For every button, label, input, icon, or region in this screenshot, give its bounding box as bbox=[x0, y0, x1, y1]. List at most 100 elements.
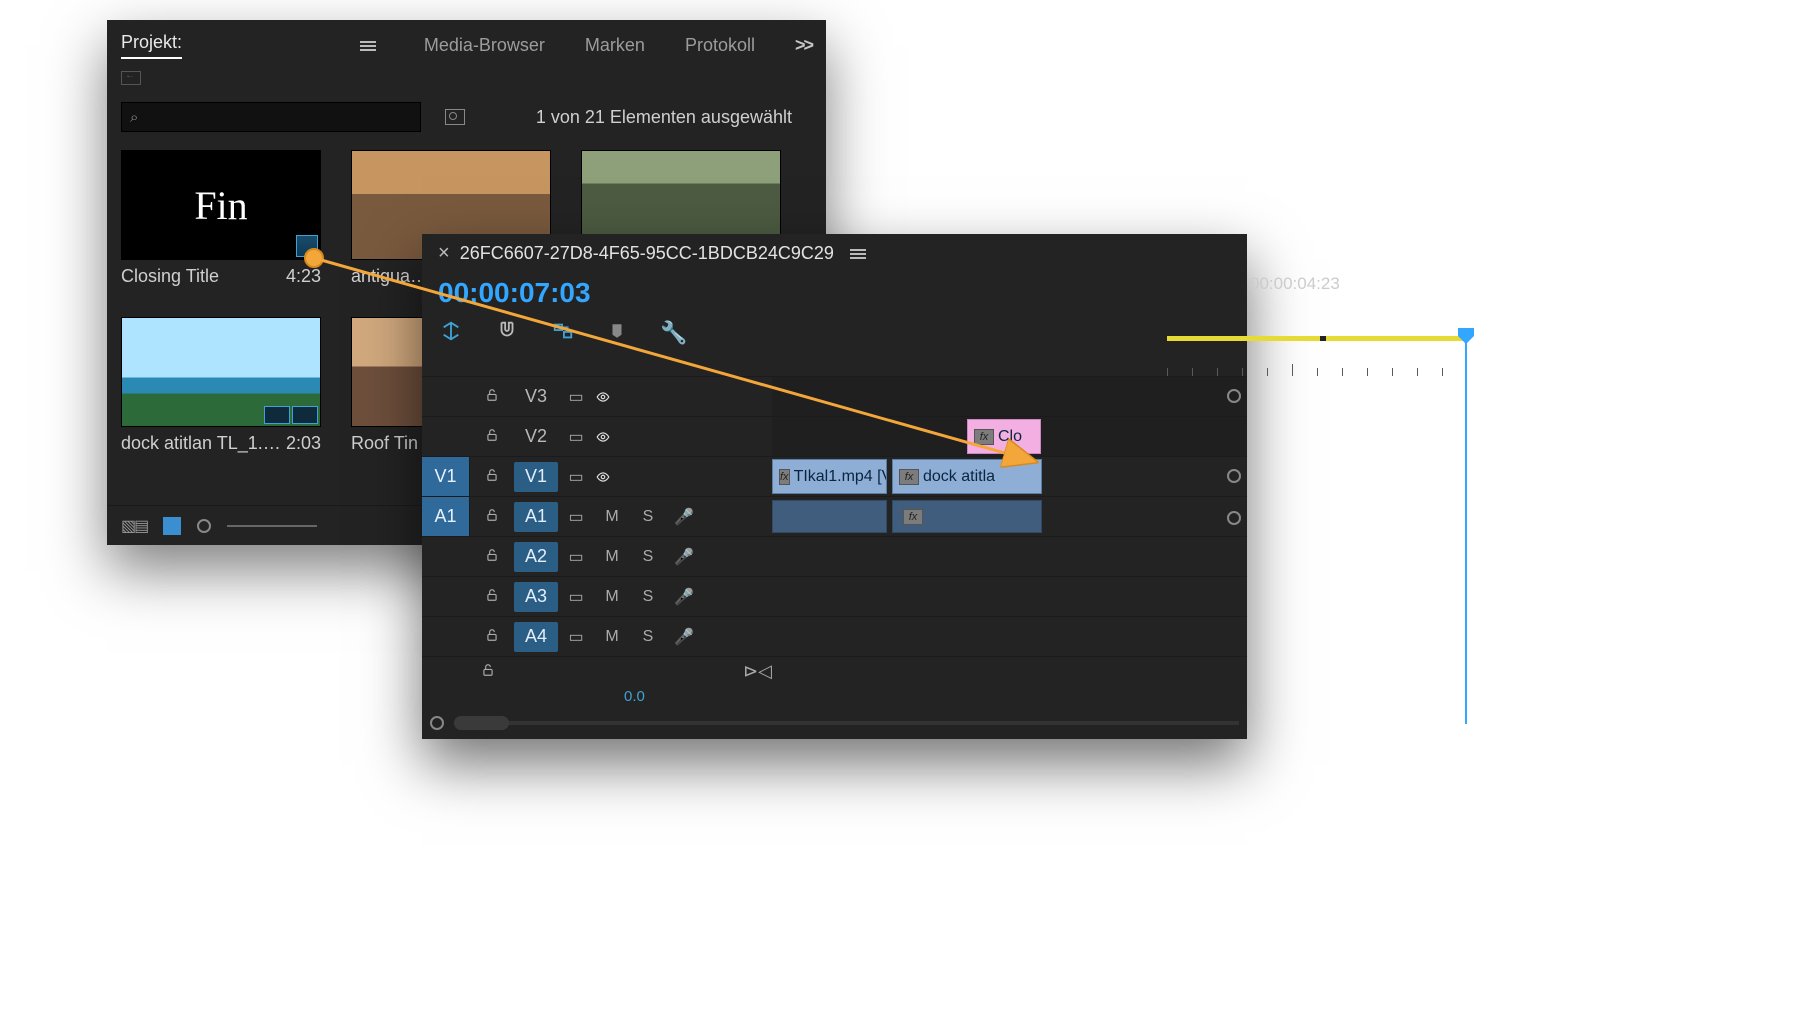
playhead[interactable] bbox=[1465, 334, 1467, 724]
overflow-icon[interactable]: >> bbox=[795, 35, 812, 56]
tab-markers[interactable]: Marken bbox=[585, 35, 645, 56]
bin-item-closing-title[interactable]: Fin Closing Title 4:23 bbox=[121, 150, 321, 287]
track-v1-lane[interactable]: fx TIkal1.mp4 [V] fx dock atitla bbox=[772, 456, 1247, 496]
time-ruler-area: 00:00:04:23 bbox=[772, 296, 1247, 376]
track-label[interactable]: V3 bbox=[514, 382, 558, 412]
source-patch-a1[interactable]: A1 bbox=[422, 497, 470, 536]
linked-selection-icon[interactable] bbox=[552, 320, 574, 347]
track-target-a2[interactable]: A2 bbox=[514, 542, 558, 572]
bin-item-dock[interactable]: dock atitlan TL_1.… 2:03 bbox=[121, 317, 321, 454]
clip-duration: 4:23 bbox=[286, 266, 321, 287]
eye-icon[interactable] bbox=[594, 430, 630, 444]
lock-icon[interactable] bbox=[470, 506, 514, 527]
tab-history[interactable]: Protokoll bbox=[685, 35, 755, 56]
zoom-slider-knob[interactable] bbox=[197, 519, 211, 533]
mute-button[interactable]: M bbox=[594, 508, 630, 526]
track-header-v1[interactable]: V1 V1 ▭ bbox=[422, 456, 772, 496]
close-icon[interactable]: × bbox=[438, 242, 450, 265]
solo-button[interactable]: S bbox=[630, 548, 666, 566]
zoom-out-knob[interactable] bbox=[430, 716, 444, 730]
scroll-track[interactable] bbox=[454, 721, 1239, 725]
lock-icon[interactable] bbox=[467, 661, 508, 682]
lock-icon[interactable] bbox=[470, 426, 514, 447]
panel-menu-icon[interactable] bbox=[360, 39, 376, 53]
clip-dock[interactable]: fx dock atitla bbox=[892, 459, 1042, 494]
mute-button[interactable]: M bbox=[594, 548, 630, 566]
lock-icon[interactable] bbox=[470, 386, 514, 407]
search-bin-icon[interactable] bbox=[445, 109, 465, 125]
search-input[interactable] bbox=[138, 107, 412, 128]
work-area-bar[interactable] bbox=[1167, 336, 1465, 341]
settings-icon[interactable]: 🔧 bbox=[660, 320, 687, 346]
voiceover-icon[interactable]: 🎤 bbox=[666, 627, 702, 647]
track-a3-lane[interactable] bbox=[772, 576, 1247, 616]
panel-menu-icon[interactable] bbox=[850, 247, 866, 261]
track-a2-lane[interactable] bbox=[772, 536, 1247, 576]
timeline-header: × 26FC6607-27D8-4F65-95CC-1BDCB24C9C29 bbox=[422, 234, 1247, 273]
clip-audio-1[interactable] bbox=[772, 500, 887, 533]
clip-audio-2[interactable]: fx bbox=[892, 500, 1042, 533]
tab-media-browser[interactable]: Media-Browser bbox=[424, 35, 545, 56]
icon-view-icon[interactable] bbox=[163, 517, 181, 535]
track-header-a1[interactable]: A1 A1 ▭ M S 🎤 bbox=[422, 496, 772, 536]
track-v2-lane[interactable]: fx Clo bbox=[772, 416, 1247, 456]
scroll-thumb[interactable] bbox=[454, 716, 509, 730]
lock-icon[interactable] bbox=[470, 546, 514, 567]
snap-icon[interactable] bbox=[496, 319, 518, 347]
eye-icon[interactable] bbox=[594, 470, 630, 484]
lock-icon[interactable] bbox=[470, 626, 514, 647]
track-header-a4[interactable]: A4 ▭ M S 🎤 bbox=[422, 616, 772, 656]
track-extra-lane[interactable] bbox=[772, 656, 1247, 696]
voiceover-icon[interactable]: 🎤 bbox=[666, 507, 702, 527]
audio-time-units[interactable]: 0.0 bbox=[624, 688, 645, 705]
search-box[interactable]: ⌕ bbox=[121, 102, 421, 132]
voiceover-icon[interactable]: 🎤 bbox=[666, 587, 702, 607]
source-patch-v1[interactable]: V1 bbox=[422, 457, 470, 496]
track-header-v3[interactable]: V3 ▭ bbox=[422, 376, 772, 416]
track-header-a2[interactable]: A2 ▭ M S 🎤 bbox=[422, 536, 772, 576]
eye-icon[interactable] bbox=[594, 390, 630, 404]
track-output-icon[interactable]: ▭ bbox=[558, 427, 594, 447]
fx-badge-icon: fx bbox=[779, 469, 790, 485]
track-a4-lane[interactable] bbox=[772, 616, 1247, 656]
track-output-icon[interactable]: ▭ bbox=[558, 587, 594, 607]
mute-button[interactable]: M bbox=[594, 588, 630, 606]
marker-icon[interactable] bbox=[608, 320, 626, 347]
solo-button[interactable]: S bbox=[630, 628, 666, 646]
solo-button[interactable]: S bbox=[630, 588, 666, 606]
clip-tikal[interactable]: fx TIkal1.mp4 [V] bbox=[772, 459, 887, 494]
tab-project[interactable]: Projekt: bbox=[121, 32, 182, 59]
track-label[interactable]: V2 bbox=[514, 422, 558, 452]
track-target-a1[interactable]: A1 bbox=[514, 502, 558, 532]
track-output-icon[interactable]: ▭ bbox=[558, 387, 594, 407]
channel-config-icon[interactable]: ⊳◁ bbox=[743, 661, 772, 682]
track-header-a3[interactable]: A3 ▭ M S 🎤 bbox=[422, 576, 772, 616]
track-output-icon[interactable]: ▭ bbox=[558, 507, 594, 527]
lock-icon[interactable] bbox=[470, 586, 514, 607]
track-v3-lane[interactable] bbox=[772, 376, 1247, 416]
zoom-slider-track[interactable] bbox=[227, 525, 317, 527]
bin-up-row[interactable] bbox=[107, 65, 826, 94]
clip-name: dock atitlan TL_1.… bbox=[121, 433, 281, 454]
list-view-icon[interactable]: ▧▤ bbox=[121, 516, 147, 536]
lock-icon[interactable] bbox=[470, 466, 514, 487]
track-target-a4[interactable]: A4 bbox=[514, 622, 558, 652]
voiceover-icon[interactable]: 🎤 bbox=[666, 547, 702, 567]
track-output-icon[interactable]: ▭ bbox=[558, 627, 594, 647]
title-preview-text: Fin bbox=[194, 182, 247, 229]
clip-closing-title[interactable]: fx Clo bbox=[967, 419, 1041, 454]
track-target-v1[interactable]: V1 bbox=[514, 462, 558, 492]
ruler-ticks[interactable] bbox=[772, 364, 1247, 376]
track-header-extra[interactable]: ⊳◁ bbox=[422, 656, 772, 686]
track-output-icon[interactable]: ▭ bbox=[558, 547, 594, 567]
solo-button[interactable]: S bbox=[630, 508, 666, 526]
track-a1-lane[interactable]: fx bbox=[772, 496, 1247, 536]
work-area-gap bbox=[1320, 336, 1326, 341]
track-header-v2[interactable]: V2 ▭ bbox=[422, 416, 772, 456]
mute-button[interactable]: M bbox=[594, 628, 630, 646]
track-output-icon[interactable]: ▭ bbox=[558, 467, 594, 487]
track-target-a3[interactable]: A3 bbox=[514, 582, 558, 612]
timeline-zoom-scroll[interactable] bbox=[430, 715, 1239, 731]
insert-mode-icon[interactable] bbox=[440, 320, 462, 347]
track-content[interactable]: fx Clo fx TIkal1.mp4 [V] fx dock atitla bbox=[772, 376, 1247, 703]
